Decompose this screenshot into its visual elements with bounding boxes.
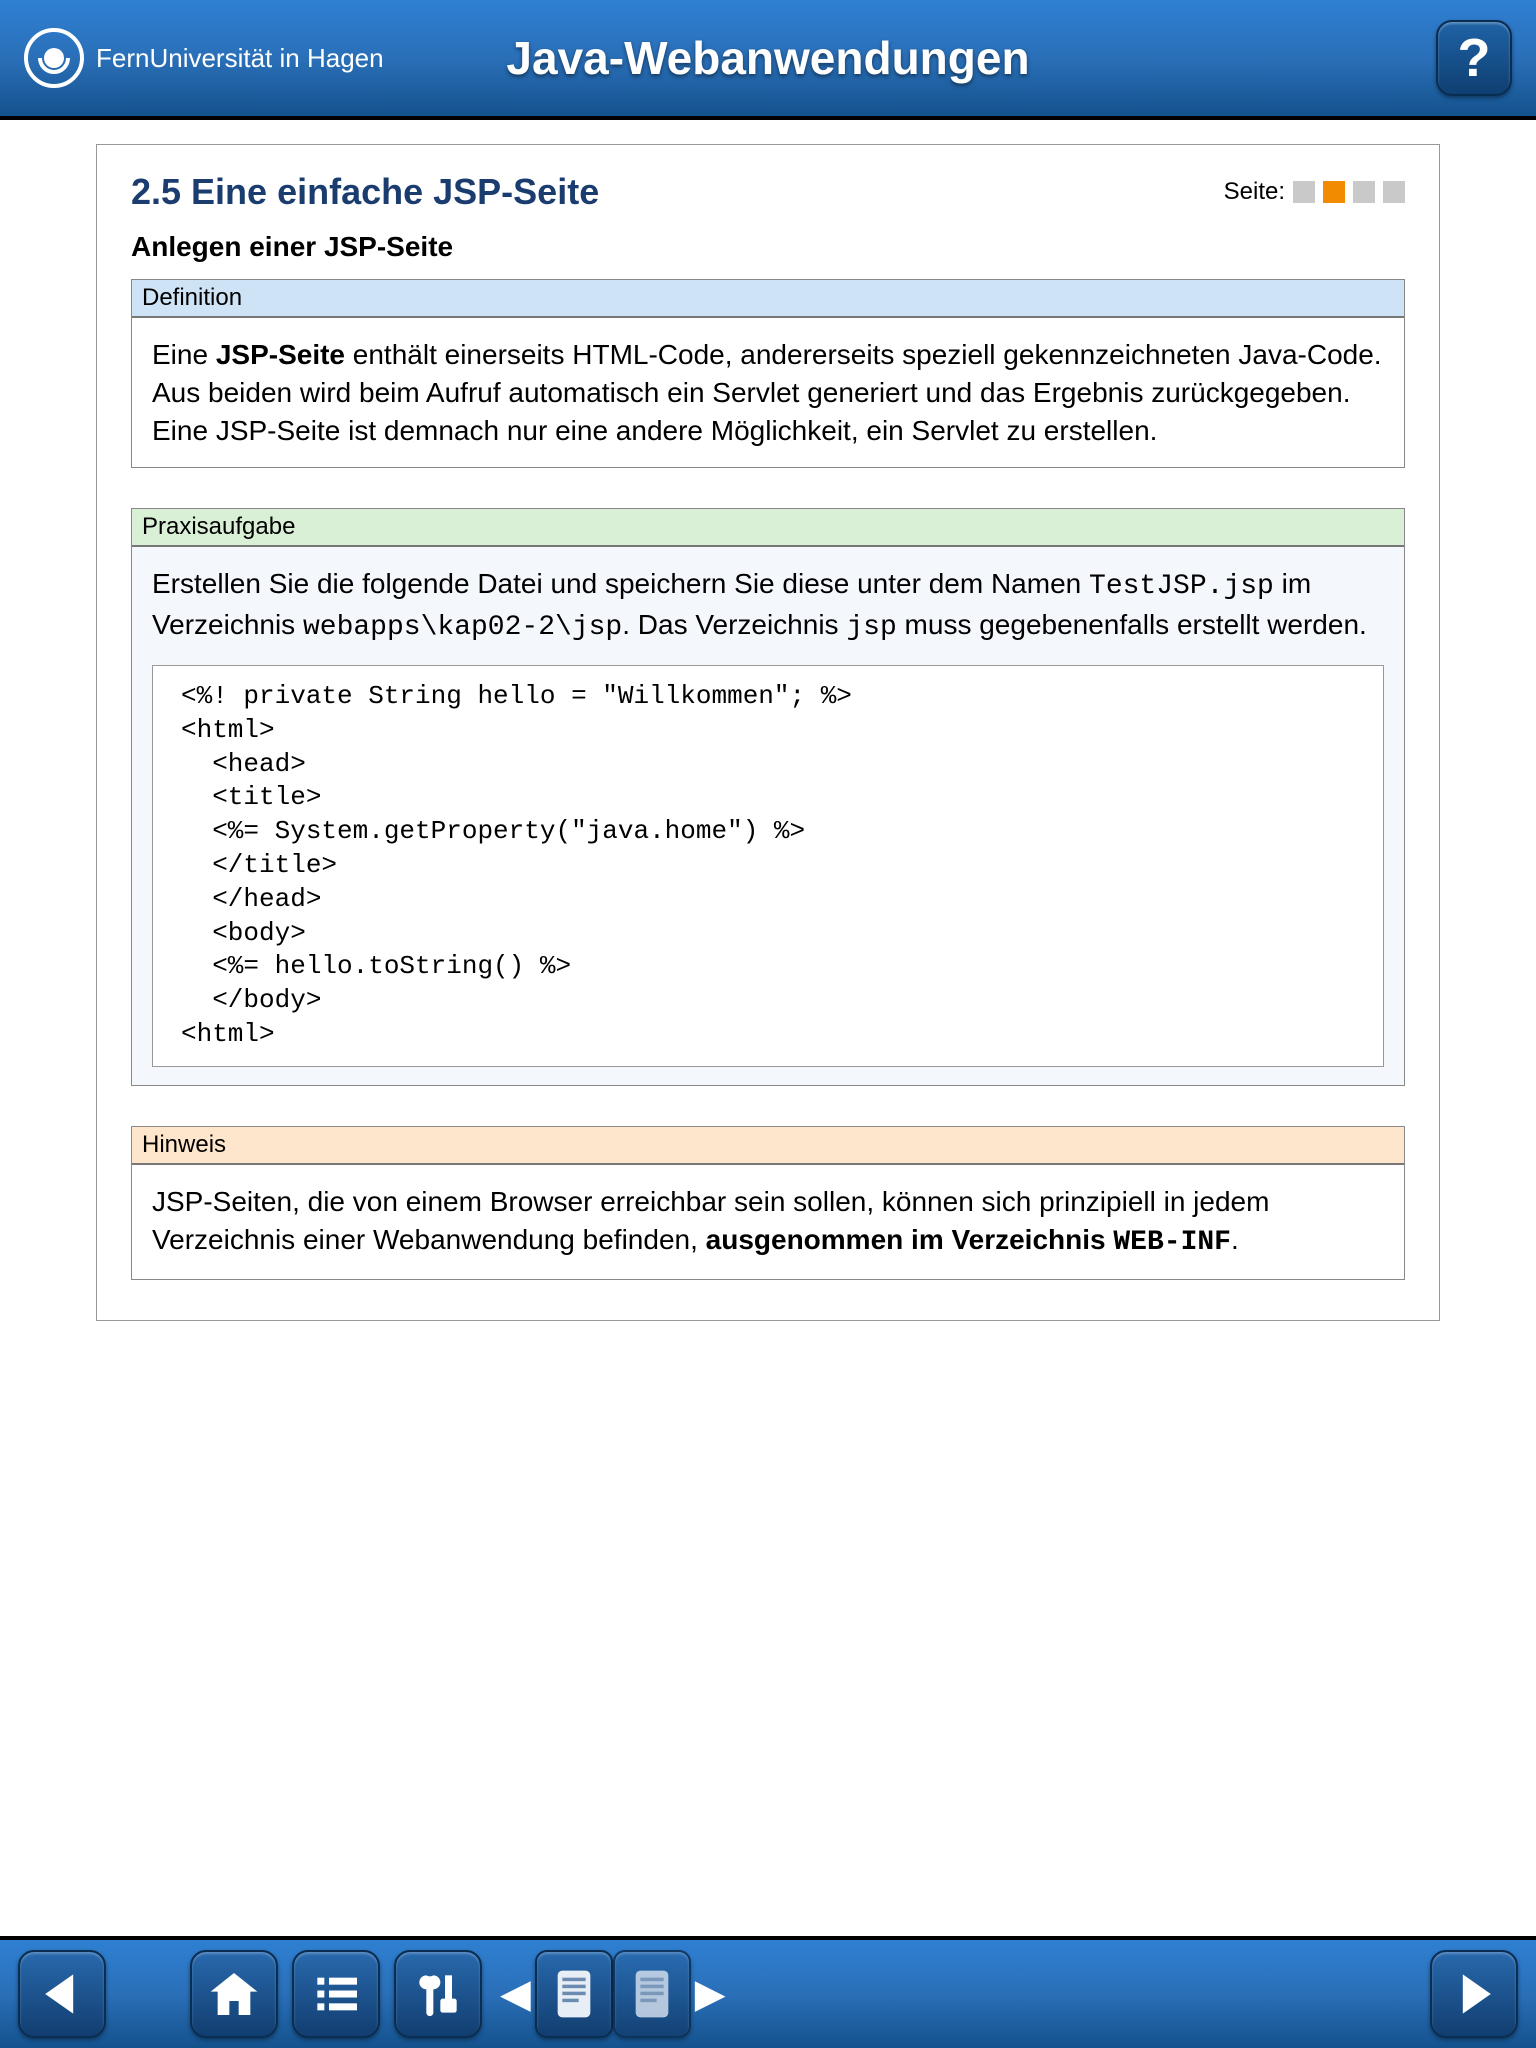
pager-dot-1[interactable] bbox=[1293, 181, 1315, 203]
tools-button[interactable] bbox=[394, 1950, 482, 2038]
doc-current-icon[interactable] bbox=[535, 1950, 613, 2038]
hint-box: Hinweis JSP-Seiten, die von einem Browse… bbox=[131, 1126, 1405, 1281]
content-frame: 2.5 Eine einfache JSP-Seite Seite: Anleg… bbox=[96, 144, 1440, 1321]
task-body: Erstellen Sie die folgende Datei und spe… bbox=[132, 547, 1404, 1084]
prev-page-button[interactable] bbox=[18, 1950, 106, 2038]
pager-dot-2[interactable] bbox=[1323, 181, 1345, 203]
brand: FernUniversität in Hagen bbox=[24, 28, 384, 88]
task-t3: . Das Verzeichnis bbox=[622, 609, 846, 640]
section-subtitle: Anlegen einer JSP-Seite bbox=[131, 231, 1405, 263]
help-button[interactable]: ? bbox=[1436, 20, 1512, 96]
doc-next-icon[interactable] bbox=[613, 1950, 691, 2038]
hint-body: JSP-Seiten, die von einem Browser erreic… bbox=[132, 1165, 1404, 1280]
doc-next-button[interactable]: ▶ bbox=[691, 1971, 730, 2017]
code-block: <%! private String hello = "Willkommen";… bbox=[152, 665, 1384, 1067]
pager-label: Seite: bbox=[1224, 178, 1285, 206]
definition-box: Definition Eine JSP-Seite enthält einers… bbox=[131, 279, 1405, 468]
task-dir: webapps\kap02-2\jsp bbox=[303, 612, 622, 643]
task-t4: muss gegebenenfalls erstellt werden. bbox=[897, 609, 1367, 640]
page-indicator: Seite: bbox=[1224, 178, 1405, 206]
home-button[interactable] bbox=[190, 1950, 278, 2038]
brand-logo-icon bbox=[24, 28, 84, 88]
task-head: Praxisaufgabe bbox=[132, 509, 1404, 547]
definition-body: Eine JSP-Seite enthält einerseits HTML-C… bbox=[132, 318, 1404, 467]
definition-head: Definition bbox=[132, 280, 1404, 318]
hint-bold: ausgenommen im Verzeichnis bbox=[706, 1224, 1114, 1255]
pager-dot-4[interactable] bbox=[1383, 181, 1405, 203]
task-t1: Erstellen Sie die folgende Datei und spe… bbox=[152, 568, 1089, 599]
hint-head: Hinweis bbox=[132, 1127, 1404, 1165]
next-page-button[interactable] bbox=[1430, 1950, 1518, 2038]
doc-nav-group: ◀ ▶ bbox=[496, 1950, 730, 2038]
task-dir2: jsp bbox=[846, 612, 896, 643]
help-icon: ? bbox=[1458, 27, 1491, 89]
brand-name: FernUniversität in Hagen bbox=[96, 43, 384, 74]
hint-t2: . bbox=[1231, 1224, 1239, 1255]
toolbar: ◀ ▶ bbox=[0, 1936, 1536, 2048]
task-file: TestJSP.jsp bbox=[1089, 571, 1274, 602]
definition-bold: JSP-Seite bbox=[216, 339, 345, 370]
toc-button[interactable] bbox=[292, 1950, 380, 2038]
hint-mono: WEB-INF bbox=[1113, 1227, 1231, 1258]
chapter-heading: 2.5 Eine einfache JSP-Seite bbox=[131, 171, 599, 213]
task-box: Praxisaufgabe Erstellen Sie die folgende… bbox=[131, 508, 1405, 1085]
pager-dot-3[interactable] bbox=[1353, 181, 1375, 203]
doc-prev-button[interactable]: ◀ bbox=[496, 1971, 535, 2017]
app-header: FernUniversität in Hagen Java-Webanwendu… bbox=[0, 0, 1536, 120]
definition-pre: Eine bbox=[152, 339, 216, 370]
